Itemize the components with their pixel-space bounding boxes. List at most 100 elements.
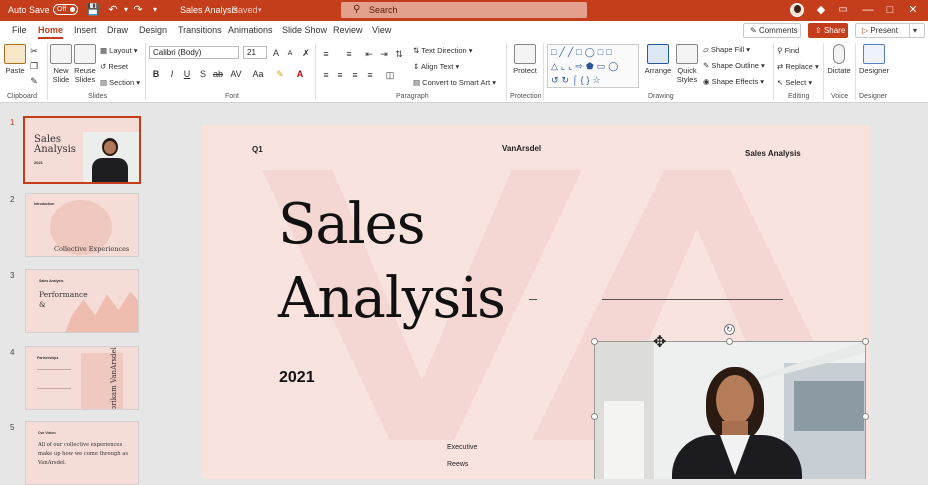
layout-button[interactable]: ▦ Layout ▾ — [100, 46, 138, 55]
thumb-heading: Our Vision — [38, 431, 56, 435]
minimize-icon[interactable]: — — [860, 3, 876, 17]
find-button[interactable]: ⚲ Find — [777, 46, 799, 55]
tab-insert[interactable]: Insert — [74, 25, 97, 35]
line-spacing-icon[interactable]: ⇅ — [393, 48, 405, 60]
undo-icon[interactable]: ↶ — [106, 3, 120, 17]
tab-view[interactable]: View — [372, 25, 391, 35]
premium-icon[interactable]: ◆ — [813, 3, 829, 17]
resize-handle[interactable] — [862, 413, 869, 420]
save-status[interactable]: Saved — [232, 5, 258, 15]
tab-design[interactable]: Design — [139, 25, 167, 35]
italic-icon[interactable]: I — [166, 68, 178, 80]
tab-file[interactable]: File — [12, 25, 27, 35]
copy-icon[interactable]: ❐ — [28, 60, 40, 72]
justify-icon[interactable]: ≡ — [364, 69, 376, 81]
slide-q1-label[interactable]: Q1 — [252, 145, 263, 154]
slide-title-line2[interactable]: Analysis — [278, 269, 506, 329]
arrange-button[interactable]: Arrange — [644, 44, 672, 75]
bold-icon[interactable]: B — [150, 68, 162, 80]
font-size-select[interactable]: 21 — [243, 46, 267, 59]
text-direction-button[interactable]: ⇅ Text Direction ▾ — [413, 46, 473, 55]
share-button[interactable]: ⇧ Share — [808, 23, 848, 38]
customize-qat-icon[interactable]: ▾ — [148, 3, 162, 17]
slide-item-reews[interactable]: Reews — [447, 461, 468, 468]
slide-brand[interactable]: VanArsdel — [502, 144, 541, 153]
dictate-button[interactable]: Dictate — [826, 44, 852, 75]
reset-button[interactable]: ↺ Reset — [100, 62, 128, 71]
autosave-toggle[interactable]: Off — [53, 4, 78, 15]
slide-canvas[interactable]: Q1 VanArsdel Sales Analysis Sales Analys… — [202, 125, 870, 479]
tab-slide-show[interactable]: Slide Show — [282, 25, 327, 35]
strikethrough-icon[interactable]: ab — [212, 68, 224, 80]
replace-button[interactable]: ⇄ Replace ▾ — [777, 62, 819, 71]
resize-handle[interactable] — [591, 413, 598, 420]
decrease-font-icon[interactable]: A — [284, 48, 296, 60]
title-dash — [529, 299, 537, 300]
character-spacing-icon[interactable]: AV — [230, 68, 242, 80]
user-avatar[interactable] — [790, 3, 804, 17]
cut-icon[interactable]: ✂ — [28, 45, 40, 57]
slide-thumbnail-3[interactable]: Sales Analysis Performance & — [25, 269, 139, 333]
comments-button[interactable]: ✎ Comments — [743, 23, 801, 38]
font-name-select[interactable]: Calibri (Body) — [149, 46, 239, 59]
section-button[interactable]: ▤ Section ▾ — [100, 78, 140, 87]
shadow-icon[interactable]: S — [197, 68, 209, 80]
slide-title-line1[interactable]: Sales — [278, 195, 426, 255]
format-painter-icon[interactable]: ✎ — [28, 75, 40, 87]
select-button[interactable]: ↖ Select ▾ — [777, 78, 812, 87]
increase-indent-icon[interactable]: ⇥ — [378, 48, 390, 60]
align-center-icon[interactable]: ≡ — [334, 69, 346, 81]
tab-animations[interactable]: Animations — [228, 25, 273, 35]
slide-thumbnail-5[interactable]: Our Vision All of our collective experie… — [25, 421, 139, 485]
underline-icon[interactable]: U — [181, 68, 193, 80]
align-right-icon[interactable]: ≡ — [349, 69, 361, 81]
save-icon[interactable]: 💾 — [86, 3, 100, 17]
present-button[interactable]: ▷ Present — [855, 23, 911, 38]
clear-formatting-icon[interactable]: ✗ — [300, 47, 312, 59]
align-left-icon[interactable]: ≡ — [320, 69, 332, 81]
quick-styles-button[interactable]: Quick Styles — [674, 44, 700, 84]
resize-handle[interactable] — [726, 338, 733, 345]
shape-effects-button[interactable]: ◉ Shape Effects ▾ — [703, 77, 764, 86]
slide-thumbnail-2[interactable]: Introduction Collective Experiences — [25, 193, 139, 257]
maximize-icon[interactable]: □ — [882, 3, 898, 17]
slide-item-executive[interactable]: Executive — [447, 444, 477, 451]
tab-home[interactable]: Home — [38, 25, 64, 39]
redo-icon[interactable]: ↷ — [131, 3, 145, 17]
slide-thumbnail-1[interactable]: Sales Analysis 2021 — [23, 116, 141, 184]
font-color-icon[interactable]: A — [294, 68, 306, 80]
shape-fill-button[interactable]: ▱ Shape Fill ▾ — [703, 45, 750, 54]
present-dropdown-icon[interactable]: ▾ — [909, 23, 925, 38]
slide-header-right[interactable]: Sales Analysis — [745, 149, 801, 158]
increase-font-icon[interactable]: A — [270, 47, 282, 59]
bullets-icon[interactable]: ≡ — [320, 48, 332, 60]
tab-review[interactable]: Review — [333, 25, 363, 35]
resize-handle[interactable] — [591, 338, 598, 345]
rotate-handle-icon[interactable]: ↻ — [724, 324, 735, 335]
slide-thumbnail-4[interactable]: Partnerships Fabrikam VanArsdel — [25, 346, 139, 410]
ribbon-display-icon[interactable]: ▭ — [835, 3, 851, 17]
reuse-slides-button[interactable]: Reuse Slides — [74, 44, 96, 84]
change-case-icon[interactable]: Aa — [252, 68, 264, 80]
search-box[interactable]: ⚲ Search — [341, 2, 587, 18]
status-chevron-icon[interactable]: ▾ — [258, 6, 262, 14]
slide-year[interactable]: 2021 — [279, 369, 315, 387]
align-text-button[interactable]: ⇕ Align Text ▾ — [413, 62, 459, 71]
columns-icon[interactable]: ◫ — [384, 69, 396, 81]
designer-icon — [863, 44, 885, 64]
decrease-indent-icon[interactable]: ⇤ — [363, 48, 375, 60]
resize-handle[interactable] — [862, 338, 869, 345]
shapes-gallery[interactable]: □╱╱□◯□□ △⌞⌞⇨⬟▭◯ ↺↻⌠{}☆ — [547, 44, 639, 88]
tab-draw[interactable]: Draw — [107, 25, 128, 35]
convert-smartart-button[interactable]: ▤ Convert to Smart Art ▾ — [413, 78, 496, 87]
highlight-icon[interactable]: ✎ — [274, 68, 286, 80]
numbering-icon[interactable]: ≡ — [343, 48, 355, 60]
designer-button[interactable]: Designer — [858, 44, 890, 75]
protect-button[interactable]: Protect — [510, 44, 540, 75]
tab-transitions[interactable]: Transitions — [178, 25, 222, 35]
new-slide-button[interactable]: New Slide — [50, 44, 72, 84]
paste-button[interactable]: Paste — [4, 44, 26, 75]
shape-outline-button[interactable]: ✎ Shape Outline ▾ — [703, 61, 765, 70]
close-icon[interactable]: ✕ — [905, 3, 921, 17]
align-text-label: Align Text — [420, 62, 454, 71]
